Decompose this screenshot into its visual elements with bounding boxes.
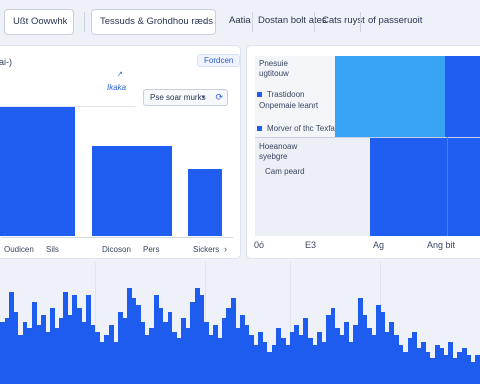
legend-item: Morver of thc Texfa [257,124,335,133]
legend-swatch [257,126,262,131]
treemap-cell [370,137,480,236]
category-dropdown[interactable]: Tessuds & Grohdhou ræds ⌄ [91,9,216,35]
refresh-icon[interactable]: ⟳ [215,90,223,105]
legend-swatch [257,92,262,97]
chevron-down-icon: ⌄ [201,17,208,26]
x-tick-label: Sils [46,245,59,254]
treemap-panel: Pnesuie ugtitouw Trastidoon Onpemaie lea… [246,45,480,259]
column-strip-chart [0,262,480,384]
treemap-text: Hoeanoaw [259,142,298,151]
filter-badge[interactable]: Fordcen [197,54,241,67]
treemap-text: Pnesuie [259,59,288,68]
toolbar-tab-3-label: Cats ruyst [322,15,365,26]
treemap-text: syebgre [259,152,288,161]
dropdown-arrow-icon: ▾ [201,94,205,101]
x-tick-label: Dicoson [102,245,131,254]
x-axis [1,237,233,238]
bar [45,107,75,236]
toolbar-tab-4[interactable]: of passeruoit [360,9,430,35]
x-tick-label: Oudicen [4,245,34,254]
axis-label: 0ό [254,240,265,250]
bar [188,169,222,236]
category-dropdown-text: Tessuds & Grohdhou ræds [100,16,214,27]
bar [92,146,142,236]
divider [84,12,85,32]
bar-chart-panel: ai-) Fordcen ↗ Ikaka Pse soar murks ▾ ⟳ … [0,45,241,259]
x-tick-label: Pers [143,245,160,254]
x-tick-label: Sickers [193,245,220,254]
treemap-cell [445,56,480,137]
search-field-text: Ußt Oowwhk [13,16,68,27]
search-field[interactable]: Ußt Oowwhk [4,9,74,35]
series-select[interactable]: Pse soar murks ▾ ⟳ [143,89,228,106]
axis-label: Ang bit [427,240,456,250]
toolbar-tab-4-label: of passeruoit [368,15,423,26]
legend-item: Trastidoon [257,90,305,99]
expand-icon[interactable]: ↗ [117,70,123,78]
legend-label: Trastidoon [267,90,305,99]
panel-title: ai-) [0,57,12,67]
treemap-cell [335,56,445,137]
axis-label: Ag [373,240,385,250]
legend-label: Morver of thc Texfa [267,124,335,133]
strip-bar [475,355,480,384]
bar [142,146,172,236]
treemap-text: ugtitouw [259,69,289,78]
toolbar: Ußt Oowwhk Tessuds & Grohdhou ræds ⌄ Aat… [0,0,480,44]
series-select-value: Pse soar murks [150,93,206,102]
treemap-text: Cam peard [265,167,305,176]
chevron-right-icon[interactable]: › [224,244,227,254]
filter-badge-label: Fordcen [204,56,234,65]
axis-label: E3 [305,240,317,250]
bar [0,107,45,236]
treemap-divider [447,137,448,236]
link[interactable]: Ikaka [107,83,126,92]
toolbar-tab-1-label: Aatia [229,15,251,26]
legend-item-2: Onpemaie leanrt [259,101,319,110]
